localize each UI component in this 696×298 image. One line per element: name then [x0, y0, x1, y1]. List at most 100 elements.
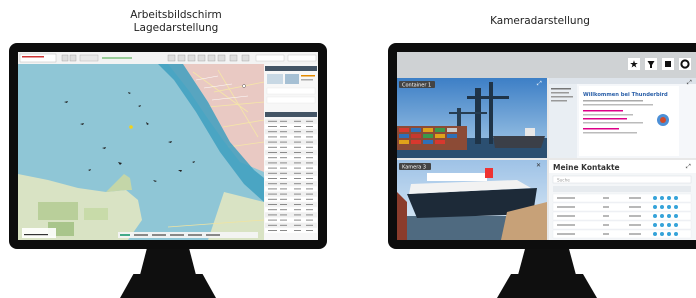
contact-action-icon[interactable]: [660, 205, 664, 209]
vessel-list-cell: [294, 230, 301, 231]
map-status-item: [206, 234, 220, 236]
contact-action-icon[interactable]: [674, 214, 678, 218]
vessel-list-cell: [294, 224, 301, 226]
toolbar-button[interactable]: [229, 54, 238, 62]
map-view[interactable]: [18, 64, 265, 240]
contact-action-icon[interactable]: [674, 196, 678, 200]
vessel-list-cell: [306, 219, 313, 221]
contact-action-icon[interactable]: [660, 214, 664, 218]
map-title-box: [19, 53, 57, 63]
vessel-list-cell: [306, 178, 313, 179]
star-icon: ★: [630, 60, 639, 71]
contacts-cell: [557, 233, 575, 235]
vessel-list-cell: [306, 209, 313, 211]
toolbar-button[interactable]: [217, 54, 226, 62]
vessel-list-cell: [294, 178, 301, 179]
vessel-list-cell: [294, 152, 301, 153]
right-screen: ★ Container 1 ⤢ Willkommen bei Thunderbi…: [397, 52, 696, 240]
container-ship: [493, 136, 545, 148]
vessel-list-cell: [268, 198, 277, 200]
toolbar-button[interactable]: [167, 54, 176, 62]
contacts-table[interactable]: [552, 193, 692, 239]
side-panel-header: [265, 66, 317, 71]
contact-action-icon[interactable]: [660, 196, 664, 200]
map-status-item: [120, 234, 130, 236]
vessel-list-cell: [294, 198, 301, 200]
toolbar-button[interactable]: [69, 54, 77, 62]
toolbar-button[interactable]: [187, 54, 196, 62]
vessel-list-cell: [294, 193, 301, 195]
toolbar-button[interactable]: [61, 54, 69, 62]
vessel-list-cell: [306, 157, 313, 159]
vessel-list-header: [265, 112, 317, 117]
close-icon[interactable]: ✕: [536, 162, 541, 169]
vessel-list-cell: [280, 224, 287, 226]
contacts-cell: [603, 224, 609, 226]
vessel-list-cell: [268, 131, 277, 133]
contacts-table-header: [553, 186, 691, 192]
vessel-list-cell: [268, 188, 277, 190]
toolbar-field[interactable]: [79, 54, 99, 62]
map-vessel-selected[interactable]: [129, 125, 133, 129]
vessel-list-cell: [306, 152, 313, 153]
camera-pane-mail[interactable]: Willkommen bei Thunderbird ⤢: [549, 78, 696, 158]
toolbar-button[interactable]: [197, 54, 206, 62]
contact-action-icon[interactable]: [667, 232, 671, 236]
contact-action-icon[interactable]: [653, 196, 657, 200]
vessel-list-cell: [294, 214, 301, 216]
toolbar-button[interactable]: [177, 54, 186, 62]
map-scale-box: [22, 228, 56, 238]
right-stand-base: [497, 274, 597, 298]
map-fields: [84, 208, 108, 220]
contact-action-icon[interactable]: [660, 223, 664, 227]
contact-action-icon[interactable]: [674, 223, 678, 227]
toolbar-status: [102, 57, 132, 59]
vessel-list-cell: [306, 126, 313, 127]
toolbar-button[interactable]: [207, 54, 216, 62]
contact-action-icon[interactable]: [674, 205, 678, 209]
right-caption: Kameradarstellung: [455, 15, 625, 28]
vessel-list-cell: [306, 162, 313, 164]
contact-action-icon[interactable]: [653, 232, 657, 236]
contact-action-icon[interactable]: [667, 205, 671, 209]
vessel-list-cell: [280, 120, 287, 122]
vessel-list-cell: [268, 141, 277, 143]
pane-label-kamera-text: Kamera 3: [402, 165, 426, 171]
contacts-search-input[interactable]: [552, 175, 692, 184]
contact-action-icon[interactable]: [653, 205, 657, 209]
contact-action-icon[interactable]: [653, 223, 657, 227]
camera-pane-container[interactable]: Container 1 ⤢: [397, 78, 547, 158]
vessel-list-cell: [306, 146, 313, 148]
contact-action-icon[interactable]: [660, 232, 664, 236]
vessel-list-cell: [268, 120, 277, 122]
camera-pane-contacts[interactable]: Meine Kontakte ⤢ Suche: [549, 160, 696, 240]
expand-icon[interactable]: ⤢: [537, 80, 542, 87]
expand-icon[interactable]: ⤢: [687, 79, 692, 86]
vessel-list-cell: [280, 131, 287, 133]
vessel-list-cell: [280, 167, 287, 169]
vessel-list-cell: [268, 224, 277, 226]
contact-action-icon[interactable]: [667, 214, 671, 218]
contact-action-icon[interactable]: [674, 232, 678, 236]
contacts-title: Meine Kontakte: [553, 163, 620, 172]
contacts-cell: [557, 215, 575, 217]
mail-welcome-title: Willkommen bei Thunderbird: [583, 92, 668, 98]
vessel-list-cell: [306, 204, 313, 205]
toolbar-button[interactable]: [241, 54, 250, 62]
vessel-list-cell: [306, 230, 313, 231]
toolbar-info: [287, 54, 317, 62]
vessel-list-cell: [294, 167, 301, 169]
vessel-list-cell: [268, 204, 277, 205]
map-status-item: [134, 234, 148, 236]
vessel-list-cell: [294, 183, 301, 185]
contact-action-icon[interactable]: [667, 196, 671, 200]
expand-icon[interactable]: ⤢: [686, 163, 691, 170]
vessel-list-cell: [268, 157, 277, 159]
contact-action-icon[interactable]: [667, 223, 671, 227]
left-stand-base: [120, 274, 216, 298]
contacts-cell: [603, 233, 609, 235]
contact-action-icon[interactable]: [653, 214, 657, 218]
camera-pane-cruise[interactable]: Kamera 3 ✕: [397, 160, 547, 240]
map-marker[interactable]: [242, 84, 246, 88]
contacts-cell: [629, 215, 641, 217]
